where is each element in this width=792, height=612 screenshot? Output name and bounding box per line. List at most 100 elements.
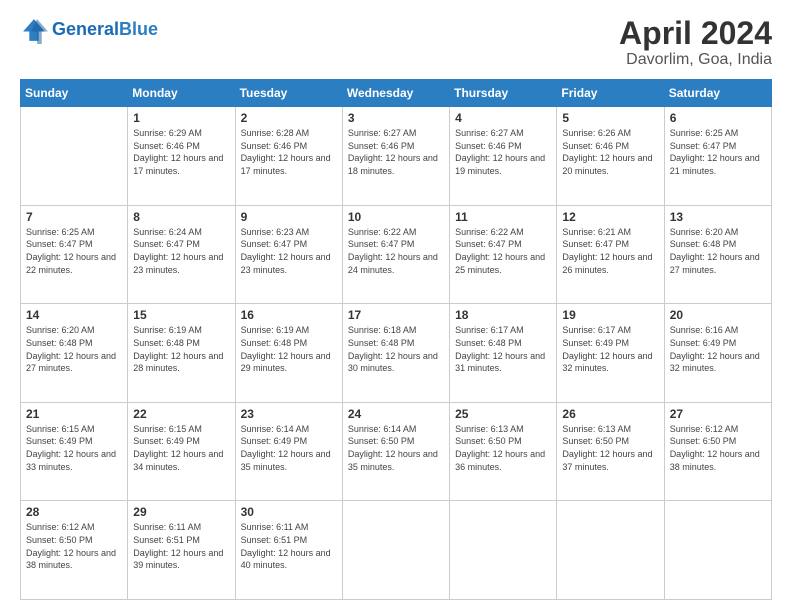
day-cell: 30 Sunrise: 6:11 AMSunset: 6:51 PMDayligh… xyxy=(235,501,342,600)
main-title: April 2024 xyxy=(619,16,772,51)
week-row-2: 7Sunrise: 6:25 AMSunset: 6:47 PMDaylight… xyxy=(21,205,772,304)
day-cell: 25Sunrise: 6:13 AMSunset: 6:50 PMDayligh… xyxy=(450,402,557,501)
day-number: 15 xyxy=(133,308,229,322)
day-info: Sunrise: 6:19 AMSunset: 6:48 PMDaylight:… xyxy=(133,324,229,374)
day-cell: 16Sunrise: 6:19 AMSunset: 6:48 PMDayligh… xyxy=(235,304,342,403)
day-cell: 24 Sunrise: 6:14 AMSunset: 6:50 PMDayligh… xyxy=(342,402,449,501)
day-cell xyxy=(557,501,664,600)
day-cell: 26 Sunrise: 6:13 AMSunset: 6:50 PMDayligh… xyxy=(557,402,664,501)
logo-general: General xyxy=(52,19,119,39)
day-cell: 18 Sunrise: 6:17 AMSunset: 6:48 PMDayligh… xyxy=(450,304,557,403)
day-number: 2 xyxy=(241,111,337,125)
column-header-saturday: Saturday xyxy=(664,80,771,107)
day-number: 12 xyxy=(562,210,658,224)
column-header-tuesday: Tuesday xyxy=(235,80,342,107)
day-cell: 9Sunrise: 6:23 AMSunset: 6:47 PMDaylight… xyxy=(235,205,342,304)
day-cell: 20Sunrise: 6:16 AMSunset: 6:49 PMDayligh… xyxy=(664,304,771,403)
day-cell: 28Sunrise: 6:12 AMSunset: 6:50 PMDayligh… xyxy=(21,501,128,600)
day-number: 7 xyxy=(26,210,122,224)
day-info: Sunrise: 6:14 AMSunset: 6:50 PMDaylight:… xyxy=(348,423,444,473)
day-cell: 14Sunrise: 6:20 AMSunset: 6:48 PMDayligh… xyxy=(21,304,128,403)
day-cell: 29Sunrise: 6:11 AMSunset: 6:51 PMDayligh… xyxy=(128,501,235,600)
day-cell: 10 Sunrise: 6:22 AMSunset: 6:47 PMDayligh… xyxy=(342,205,449,304)
day-number: 10 xyxy=(348,210,444,224)
day-number: 11 xyxy=(455,210,551,224)
day-cell xyxy=(450,501,557,600)
day-cell: 8 Sunrise: 6:24 AMSunset: 6:47 PMDaylight… xyxy=(128,205,235,304)
day-info: Sunrise: 6:29 AMSunset: 6:46 PMDaylight:… xyxy=(133,127,229,177)
logo-blue: Blue xyxy=(119,19,158,39)
day-cell: 11 Sunrise: 6:22 AMSunset: 6:47 PMDayligh… xyxy=(450,205,557,304)
day-number: 20 xyxy=(670,308,766,322)
day-info: Sunrise: 6:27 AMSunset: 6:46 PMDaylight:… xyxy=(455,127,551,177)
day-info: Sunrise: 6:25 AMSunset: 6:47 PMDaylight:… xyxy=(670,127,766,177)
day-cell xyxy=(21,107,128,206)
day-number: 17 xyxy=(348,308,444,322)
day-info: Sunrise: 6:11 AMSunset: 6:51 PMDaylight:… xyxy=(241,521,337,571)
day-number: 24 xyxy=(348,407,444,421)
day-cell: 6 Sunrise: 6:25 AMSunset: 6:47 PMDaylight… xyxy=(664,107,771,206)
day-info: Sunrise: 6:28 AMSunset: 6:46 PMDaylight:… xyxy=(241,127,337,177)
day-info: Sunrise: 6:14 AMSunset: 6:49 PMDaylight:… xyxy=(241,423,337,473)
week-row-3: 14Sunrise: 6:20 AMSunset: 6:48 PMDayligh… xyxy=(21,304,772,403)
day-cell: 19 Sunrise: 6:17 AMSunset: 6:49 PMDayligh… xyxy=(557,304,664,403)
logo: GeneralBlue xyxy=(20,16,158,44)
day-info: Sunrise: 6:27 AMSunset: 6:46 PMDaylight:… xyxy=(348,127,444,177)
column-header-sunday: Sunday xyxy=(21,80,128,107)
day-number: 26 xyxy=(562,407,658,421)
week-row-5: 28Sunrise: 6:12 AMSunset: 6:50 PMDayligh… xyxy=(21,501,772,600)
page: GeneralBlue April 2024 Davorlim, Goa, In… xyxy=(0,0,792,612)
day-number: 18 xyxy=(455,308,551,322)
column-header-friday: Friday xyxy=(557,80,664,107)
day-info: Sunrise: 6:22 AMSunset: 6:47 PMDaylight:… xyxy=(455,226,551,276)
day-info: Sunrise: 6:17 AMSunset: 6:48 PMDaylight:… xyxy=(455,324,551,374)
day-info: Sunrise: 6:18 AMSunset: 6:48 PMDaylight:… xyxy=(348,324,444,374)
week-row-4: 21 Sunrise: 6:15 AMSunset: 6:49 PMDayligh… xyxy=(21,402,772,501)
day-number: 1 xyxy=(133,111,229,125)
day-cell: 22Sunrise: 6:15 AMSunset: 6:49 PMDayligh… xyxy=(128,402,235,501)
day-info: Sunrise: 6:15 AMSunset: 6:49 PMDaylight:… xyxy=(26,423,122,473)
week-row-1: 1 Sunrise: 6:29 AMSunset: 6:46 PMDaylight… xyxy=(21,107,772,206)
day-cell: 21 Sunrise: 6:15 AMSunset: 6:49 PMDayligh… xyxy=(21,402,128,501)
day-number: 27 xyxy=(670,407,766,421)
day-number: 4 xyxy=(455,111,551,125)
day-number: 5 xyxy=(562,111,658,125)
day-number: 3 xyxy=(348,111,444,125)
day-cell: 15 Sunrise: 6:19 AMSunset: 6:48 PMDayligh… xyxy=(128,304,235,403)
day-number: 8 xyxy=(133,210,229,224)
day-cell xyxy=(664,501,771,600)
day-cell: 17 Sunrise: 6:18 AMSunset: 6:48 PMDayligh… xyxy=(342,304,449,403)
day-number: 6 xyxy=(670,111,766,125)
day-number: 19 xyxy=(562,308,658,322)
calendar-header-row: SundayMondayTuesdayWednesdayThursdayFrid… xyxy=(21,80,772,107)
day-info: Sunrise: 6:17 AMSunset: 6:49 PMDaylight:… xyxy=(562,324,658,374)
title-block: April 2024 Davorlim, Goa, India xyxy=(619,16,772,69)
day-number: 30 xyxy=(241,505,337,519)
day-info: Sunrise: 6:13 AMSunset: 6:50 PMDaylight:… xyxy=(562,423,658,473)
day-info: Sunrise: 6:20 AMSunset: 6:48 PMDaylight:… xyxy=(670,226,766,276)
day-info: Sunrise: 6:20 AMSunset: 6:48 PMDaylight:… xyxy=(26,324,122,374)
day-info: Sunrise: 6:24 AMSunset: 6:47 PMDaylight:… xyxy=(133,226,229,276)
day-info: Sunrise: 6:21 AMSunset: 6:47 PMDaylight:… xyxy=(562,226,658,276)
calendar-table: SundayMondayTuesdayWednesdayThursdayFrid… xyxy=(20,79,772,600)
day-number: 21 xyxy=(26,407,122,421)
day-number: 13 xyxy=(670,210,766,224)
day-cell: 27Sunrise: 6:12 AMSunset: 6:50 PMDayligh… xyxy=(664,402,771,501)
day-cell: 4 Sunrise: 6:27 AMSunset: 6:46 PMDaylight… xyxy=(450,107,557,206)
day-info: Sunrise: 6:11 AMSunset: 6:51 PMDaylight:… xyxy=(133,521,229,571)
subtitle: Davorlim, Goa, India xyxy=(619,51,772,69)
day-cell xyxy=(342,501,449,600)
day-cell: 12 Sunrise: 6:21 AMSunset: 6:47 PMDayligh… xyxy=(557,205,664,304)
day-number: 22 xyxy=(133,407,229,421)
day-info: Sunrise: 6:19 AMSunset: 6:48 PMDaylight:… xyxy=(241,324,337,374)
day-info: Sunrise: 6:23 AMSunset: 6:47 PMDaylight:… xyxy=(241,226,337,276)
column-header-thursday: Thursday xyxy=(450,80,557,107)
day-cell: 3 Sunrise: 6:27 AMSunset: 6:46 PMDaylight… xyxy=(342,107,449,206)
day-info: Sunrise: 6:26 AMSunset: 6:46 PMDaylight:… xyxy=(562,127,658,177)
column-header-monday: Monday xyxy=(128,80,235,107)
day-cell: 2 Sunrise: 6:28 AMSunset: 6:46 PMDaylight… xyxy=(235,107,342,206)
header: GeneralBlue April 2024 Davorlim, Goa, In… xyxy=(20,16,772,69)
day-number: 25 xyxy=(455,407,551,421)
day-info: Sunrise: 6:22 AMSunset: 6:47 PMDaylight:… xyxy=(348,226,444,276)
day-cell: 7Sunrise: 6:25 AMSunset: 6:47 PMDaylight… xyxy=(21,205,128,304)
